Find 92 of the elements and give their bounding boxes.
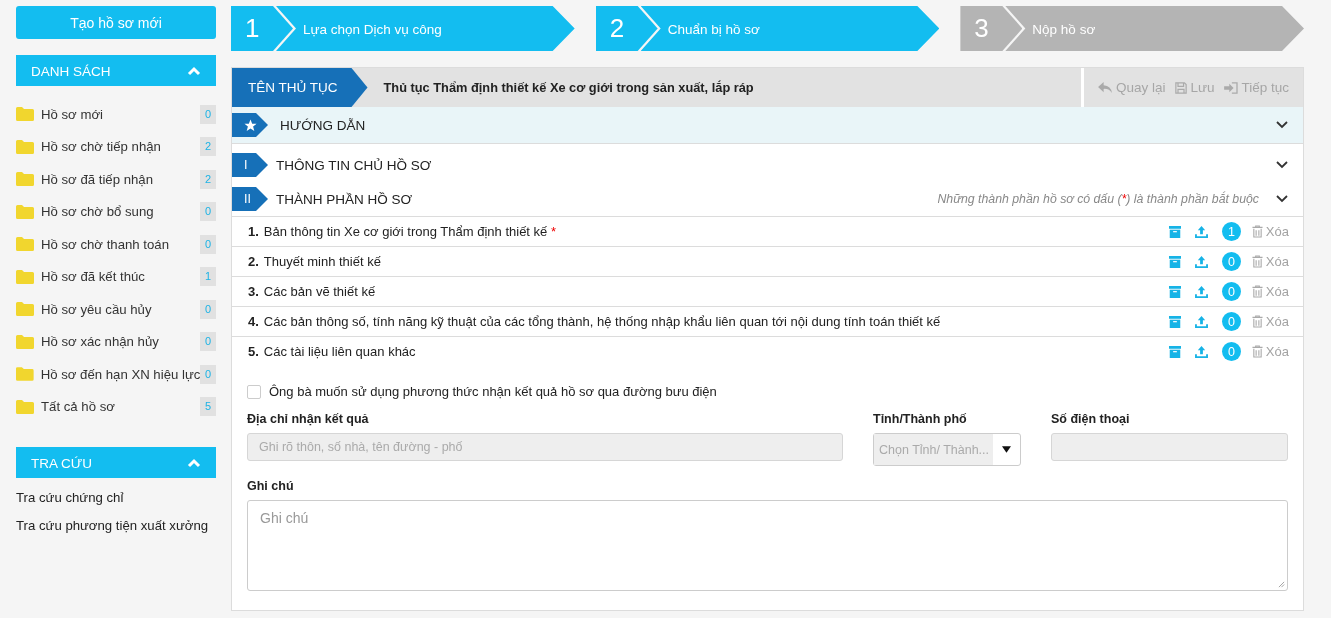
sidebar-item[interactable]: Hồ sơ mới xyxy=(41,106,200,122)
count-badge: 0 xyxy=(200,234,216,254)
sidebar-item[interactable]: Hồ sơ đã kết thúc xyxy=(41,269,200,285)
document-title: 3. Các bản vẽ thiết kế xyxy=(248,284,377,299)
reply-arrow-icon xyxy=(1097,81,1113,94)
field-label: Tỉnh/Thành phố xyxy=(873,412,968,426)
sidebar-item[interactable]: Hồ sơ yêu cầu hủy xyxy=(41,301,200,317)
count-badge: 1 xyxy=(200,267,216,287)
count-badge: 0 xyxy=(200,299,216,319)
section-title: THÀNH PHẦN HỒ SƠ xyxy=(276,191,413,207)
upload-icon[interactable] xyxy=(1194,255,1208,268)
section-marker: II xyxy=(232,187,270,211)
sidebar-item[interactable]: Hồ sơ chờ tiếp nhận xyxy=(41,139,200,155)
file-count-badge: 1 xyxy=(1221,222,1241,241)
upload-icon[interactable] xyxy=(1194,345,1208,358)
sidebar-item[interactable]: Hồ sơ chờ bổ sung xyxy=(41,204,200,220)
chevron-down-icon[interactable] xyxy=(1275,194,1289,204)
lookup-link[interactable]: Tra cứu phương tiện xuất xưởng xyxy=(16,518,216,533)
document-title: 2. Thuyết minh thiết kế xyxy=(248,254,382,269)
file-count-badge: 0 xyxy=(1221,282,1241,301)
folder-icon xyxy=(16,139,34,154)
count-badge: 5 xyxy=(200,397,216,417)
step-label: Lựa chọn Dịch vụ công xyxy=(276,6,575,51)
trash-icon xyxy=(1251,345,1263,358)
procedure-label: TÊN THỦ TỤC xyxy=(232,68,368,107)
step-label: Nộp hồ sơ xyxy=(1005,6,1304,51)
document-title: 1. Bản thông tin Xe cơ giới trong Thẩm định thiết kế * xyxy=(248,224,557,239)
archive-icon[interactable] xyxy=(1168,255,1181,268)
field-label: Số điện thoại xyxy=(1051,412,1131,426)
sign-in-icon xyxy=(1224,81,1239,94)
checkbox-label: Ông bà muốn sử dụng phương thức nhận kết quả hồ sơ qua đường bưu điện xyxy=(269,384,717,399)
step-number: 3 xyxy=(960,6,1023,51)
count-badge: 0 xyxy=(200,202,216,222)
folder-icon xyxy=(16,107,34,122)
section-title: DANH SÁCH xyxy=(31,62,111,79)
archive-icon[interactable] xyxy=(1168,225,1181,238)
sidebar-item[interactable]: Hồ sơ chờ thanh toán xyxy=(41,236,200,252)
section-header[interactable]: II THÀNH PHẦN HỒ SƠ Những thành phần hồ sơ có dấu (*) là thành phần bắt buộc xyxy=(232,182,1303,216)
chevron-up-icon[interactable] xyxy=(187,457,201,468)
folder-icon xyxy=(16,172,34,187)
sidebar-item[interactable]: Hồ sơ xác nhận hủy xyxy=(41,334,200,350)
folder-icon xyxy=(16,334,34,349)
sidebar-item[interactable]: Tất cả hồ sơ xyxy=(41,399,200,415)
count-badge: 0 xyxy=(200,332,216,352)
lookup-link[interactable]: Tra cứu chứng chỉ xyxy=(16,490,216,505)
upload-icon[interactable] xyxy=(1194,285,1208,298)
checkbox[interactable] xyxy=(247,384,261,399)
section-header[interactable]: HƯỚNG DẪN xyxy=(232,107,1303,144)
sidebar-item[interactable]: Hồ sơ đến hạn XN hiệu lực xyxy=(40,366,201,382)
field-label: Địa chỉ nhận kết quả xyxy=(247,412,370,426)
count-badge: 0 xyxy=(200,364,216,384)
section-marker: I xyxy=(232,153,270,177)
chevron-down-icon[interactable] xyxy=(1275,120,1289,130)
upload-icon[interactable] xyxy=(1194,225,1208,238)
document-title: 4. Các bản thông số, tính năng kỹ thuật của các tổng thành, hệ thống nhập khẩu liên quan tới nội dung tính toán thiết kế xyxy=(248,314,942,329)
field-label: Ghi chú xyxy=(247,479,295,493)
file-count-badge: 0 xyxy=(1221,312,1241,331)
count-badge: 2 xyxy=(200,137,216,157)
trash-icon xyxy=(1251,225,1263,238)
required-note: Những thành phần hồ sơ có dấu (*) là thành phần bắt buộc xyxy=(936,192,1259,206)
folder-icon xyxy=(16,367,34,382)
upload-icon[interactable] xyxy=(1194,315,1208,328)
archive-icon[interactable] xyxy=(1168,315,1181,328)
caret-down-icon xyxy=(1002,446,1011,453)
file-count-badge: 0 xyxy=(1221,252,1241,271)
count-badge: 0 xyxy=(200,104,216,124)
sidebar-item[interactable]: Hồ sơ đã tiếp nhận xyxy=(41,171,200,187)
count-badge: 2 xyxy=(200,169,216,189)
folder-icon xyxy=(16,204,34,219)
archive-icon[interactable] xyxy=(1168,345,1181,358)
section-title: THÔNG TIN CHỦ HỒ SƠ xyxy=(276,157,432,173)
step-number: 2 xyxy=(595,6,658,51)
procedure-name: Thủ tục Thẩm định thiết kế Xe cơ giới trong sản xuất, lắp ráp xyxy=(382,79,755,97)
step-label: Chuẩn bị hồ sơ xyxy=(640,6,940,51)
section-header[interactable]: I THÔNG TIN CHỦ HỒ SƠ xyxy=(232,148,1303,182)
resize-grip-icon[interactable] xyxy=(1278,581,1285,588)
trash-icon xyxy=(1251,285,1263,298)
chevron-down-icon[interactable] xyxy=(1275,160,1289,170)
file-count-badge: 0 xyxy=(1221,342,1241,361)
folder-icon xyxy=(16,302,34,317)
note-field[interactable]: Ghi chú xyxy=(247,500,1288,591)
folder-icon xyxy=(16,237,34,252)
section-title: TRA CỨU xyxy=(31,454,93,471)
trash-icon xyxy=(1251,255,1263,268)
archive-icon[interactable] xyxy=(1168,285,1181,298)
trash-icon xyxy=(1251,315,1263,328)
folder-icon xyxy=(16,269,34,284)
star-icon xyxy=(244,118,257,132)
folder-icon xyxy=(16,399,34,414)
document-title: 5. Các tài liệu liên quan khác xyxy=(248,344,417,359)
section-title: HƯỚNG DẪN xyxy=(280,117,366,133)
chevron-up-icon[interactable] xyxy=(187,65,201,76)
